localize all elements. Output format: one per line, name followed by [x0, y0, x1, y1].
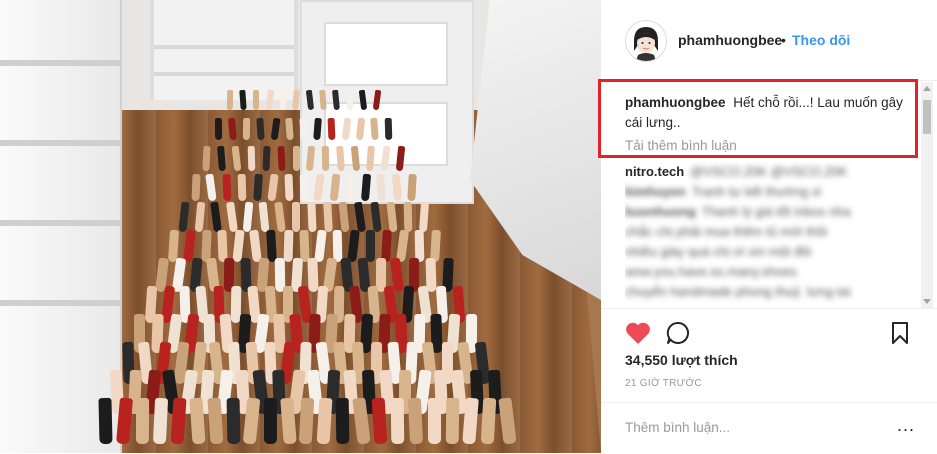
shoe: [252, 173, 263, 202]
comment-bubble-icon: [666, 321, 689, 344]
post-username[interactable]: phamhuongbee: [678, 32, 782, 48]
shoe: [135, 397, 149, 445]
post-photo[interactable]: [0, 0, 601, 453]
comment-username[interactable]: kimhuyen: [625, 184, 686, 199]
shoe: [214, 117, 222, 141]
shoe: [299, 117, 308, 141]
shoe: [98, 397, 113, 445]
post-sidebar: phamhuongbee • Theo dõi phamhuongbee Hết…: [598, 0, 937, 454]
shoe: [243, 117, 251, 141]
shoe: [191, 173, 201, 202]
shoe: [384, 117, 392, 141]
shoe: [283, 229, 294, 263]
scroll-down-arrow-icon[interactable]: [923, 299, 931, 304]
shoe: [277, 145, 286, 171]
shoe: [322, 145, 330, 171]
list-item: chắc chị phải mua thêm tủ mới thôi: [625, 222, 915, 242]
avatar[interactable]: [625, 20, 667, 62]
list-item: nhiều giày quá chị ơi xin một đôi: [625, 242, 915, 262]
save-button[interactable]: [891, 321, 909, 350]
comments-list: nitro.tech @VSCO.20K @VSCO.20K kimhuyen Tr…: [625, 162, 915, 308]
shoe: [153, 397, 168, 445]
shoe: [284, 173, 293, 202]
comment-text: nhiều giày quá chị ơi xin một đôi: [625, 244, 812, 259]
list-item: kimhuyen Tranh tự kết thường xi: [625, 182, 915, 202]
shoe: [237, 173, 247, 202]
shoe: [239, 89, 247, 111]
scrollbar-thumb[interactable]: [923, 100, 931, 134]
comment-text: chuyển handmade phong thuỷ. lưng tai: [625, 284, 851, 299]
shoe: [403, 201, 413, 232]
heart-icon: [626, 322, 650, 344]
comment-button[interactable]: [666, 321, 690, 350]
shoe: [298, 397, 314, 445]
load-more-comments-link[interactable]: Tải thêm bình luận: [625, 138, 737, 153]
bookmark-icon: [892, 322, 908, 344]
shoe: [292, 145, 300, 171]
post-timestamp: 21 GIỜ TRƯỚC: [625, 378, 702, 389]
list-item: kuonhuong Thanh lý giá tốt inbox nha: [625, 202, 915, 222]
photo-shoe-shelves: [150, 0, 298, 100]
post-caption: phamhuongbee Hết chỗ rồi...! Lau muốn gâ…: [625, 93, 915, 133]
shoe: [346, 173, 355, 202]
shoe: [262, 145, 271, 171]
shoe: [445, 397, 459, 445]
shoe: [253, 89, 260, 111]
comment-text: Tranh tự kết thường xi: [691, 184, 822, 199]
like-button[interactable]: [625, 321, 651, 350]
shoe: [226, 89, 233, 111]
shoe: [299, 229, 310, 263]
separator-dot: •: [781, 32, 786, 48]
add-comment-input[interactable]: Thêm bình luận...: [625, 420, 730, 435]
comment-username[interactable]: nitro.tech: [625, 164, 684, 179]
shoe: [226, 397, 241, 445]
list-item: nitro.tech @VSCO.20K @VSCO.20K: [625, 162, 915, 182]
post-header: phamhuongbee • Theo dõi: [601, 0, 937, 81]
photo-cabinet: [0, 0, 122, 453]
shoe: [299, 173, 309, 202]
list-item: wow.you.have.so.many.shoes: [625, 262, 915, 282]
shoe: [346, 89, 353, 111]
shoe: [307, 201, 317, 232]
shoe: [247, 145, 256, 171]
shoe: [284, 117, 294, 141]
comment-username[interactable]: kuonhuong: [625, 204, 696, 219]
shoe: [427, 397, 441, 445]
follow-button[interactable]: Theo dõi: [792, 32, 850, 48]
comment-text: wow.you.have.so.many.shoes: [625, 264, 797, 279]
shoe: [263, 397, 277, 445]
likes-count[interactable]: 34,550 lượt thích: [625, 352, 738, 368]
shoe: [279, 89, 287, 111]
shoe: [336, 397, 350, 445]
comments-scrollbar[interactable]: [921, 82, 933, 308]
scroll-up-arrow-icon[interactable]: [923, 86, 931, 91]
comment-text: chắc chị phải mua thêm tủ mới thôi: [625, 224, 828, 239]
shoe: [370, 117, 379, 141]
comment-text: Thanh lý giá tốt inbox nha: [701, 204, 851, 219]
caption-username[interactable]: phamhuongbee: [625, 95, 726, 110]
shoe: [188, 397, 205, 445]
avatar-illustration: [627, 22, 665, 61]
shoe: [365, 229, 375, 263]
add-comment-bar: Thêm bình luận... ...: [601, 402, 937, 454]
list-item: chuyển handmade phong thuỷ. lưng tai: [625, 282, 915, 302]
comment-text: @VSCO.20K @VSCO.20K: [690, 164, 848, 179]
shoe: [291, 201, 301, 232]
shoe: [332, 229, 343, 263]
shoe: [327, 117, 336, 141]
shoe: [371, 397, 387, 445]
more-options-icon[interactable]: ...: [897, 415, 915, 436]
shoe: [307, 257, 319, 293]
shoe: [390, 397, 405, 445]
shoe: [222, 173, 232, 202]
